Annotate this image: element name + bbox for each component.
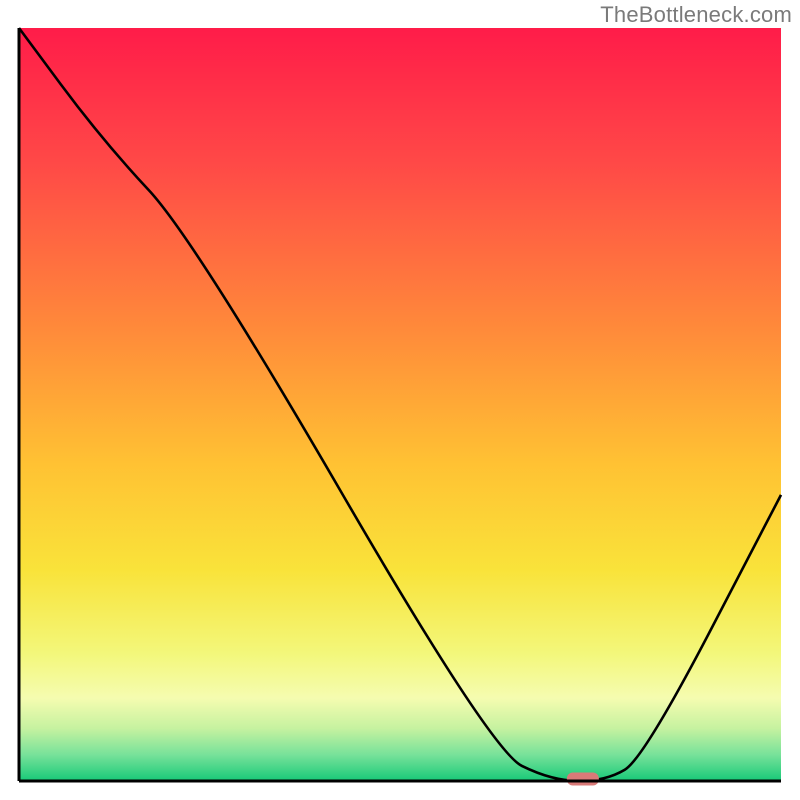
optimal-marker <box>567 773 599 786</box>
plot-background <box>19 28 781 781</box>
chart-frame: TheBottleneck.com <box>0 0 800 800</box>
bottleneck-chart <box>0 0 800 800</box>
watermark-text: TheBottleneck.com <box>600 2 792 28</box>
